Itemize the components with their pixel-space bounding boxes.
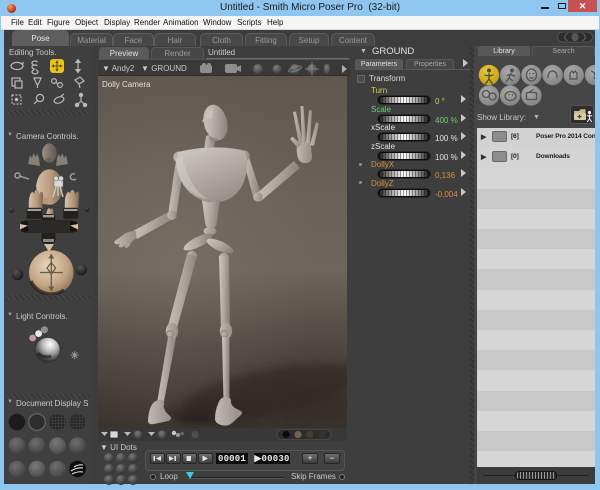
- svg-text:Dolly Camera: Dolly Camera: [102, 80, 151, 89]
